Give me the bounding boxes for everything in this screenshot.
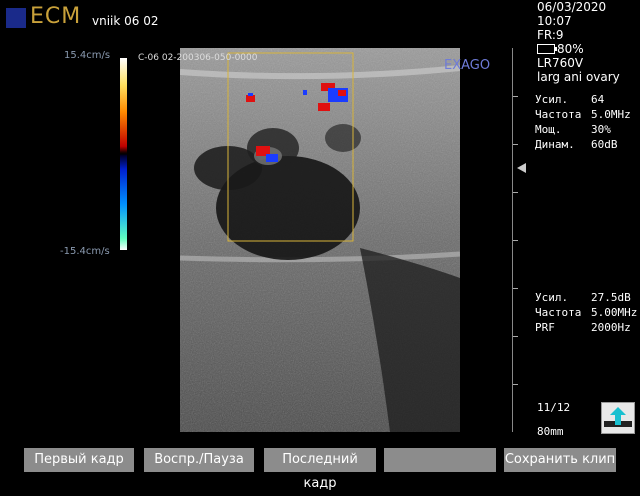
play-pause-button[interactable]: Воспр./Пауза (144, 448, 254, 472)
save-clip-icon[interactable] (601, 402, 635, 434)
image-label: C-06 02-200306-050-0000 (138, 53, 258, 63)
color-velocity-bar (120, 58, 127, 250)
battery-level: 80% (557, 42, 584, 56)
frame-rate: FR:9 (537, 28, 564, 42)
last-frame-button[interactable]: Последний кадр (264, 448, 376, 491)
frame-counter: 11/12 (537, 401, 571, 414)
bmode-params: Усил. 64 Частота 5.0MHz Мощ. 30% Динам. 60dB (535, 93, 631, 151)
patient-id: vniik 06 02 (92, 14, 159, 28)
ultrasound-image[interactable] (128, 48, 512, 432)
ecm-logo-mark (6, 8, 26, 28)
first-frame-button[interactable]: Первый кадр (24, 448, 134, 472)
depth-value: 80mm (537, 425, 564, 438)
date: 06/03/2020 (537, 0, 607, 14)
logo-text: ECM (30, 4, 82, 29)
doppler-params: Усил. 27.5dB Частота 5.00MHz PRF 2000Hz (535, 291, 638, 334)
velocity-scale-max: 15.4cm/s (64, 50, 111, 61)
exago-brand: EXAGO (444, 58, 491, 73)
focus-marker-icon[interactable] (517, 163, 526, 173)
time: 10:07 (537, 14, 572, 28)
depth-scale (512, 48, 518, 432)
probe-name: LR760V (537, 56, 584, 70)
battery-status: 80% (537, 42, 620, 56)
preset-name: larg ani ovary (537, 70, 620, 84)
blank-button[interactable] (384, 448, 496, 472)
status-panel: 06/03/2020 10:07 FR:9 80% LR760V larg an… (537, 0, 620, 84)
velocity-scale-min: -15.4cm/s (60, 246, 110, 257)
battery-icon (537, 44, 557, 54)
save-clip-button[interactable]: Сохранить клип (504, 448, 616, 472)
ultrasound-scan (128, 48, 512, 432)
